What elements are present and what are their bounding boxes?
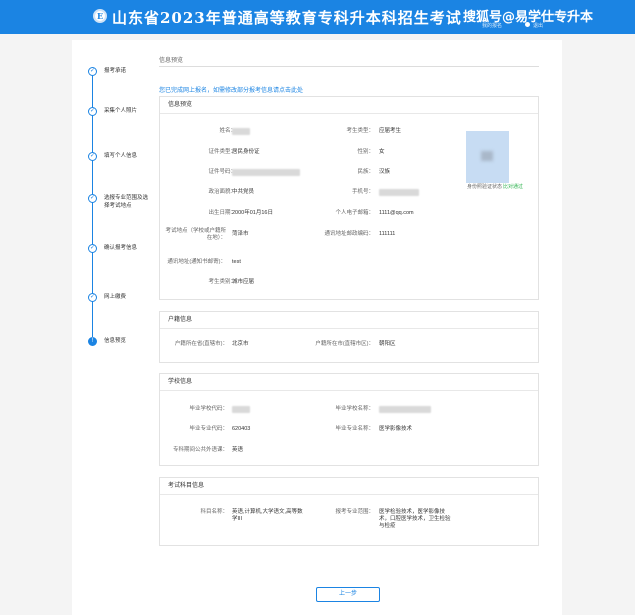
step-label: 采集个人照片	[104, 108, 138, 114]
major-code-value: 620403	[232, 426, 251, 432]
email-value: 1111@qq.com	[379, 210, 414, 216]
check-icon: ✓	[88, 293, 97, 302]
app-title: 山东省2023年普通高等教育专科升本科招生考试	[112, 9, 462, 27]
step-label: 确认报考信息	[104, 245, 138, 251]
exam-logo-icon: E	[93, 9, 107, 23]
page-caption: 信息预览	[159, 58, 184, 64]
hukou-province-value: 北京市	[232, 341, 249, 347]
exam-subjects-card: 考试科目信息 科目名称： 英语,计算机,大学语文,高等数学III 报考专业范围：…	[159, 477, 539, 546]
type-value: 应届考生	[379, 128, 402, 134]
hukou-province-label: 户籍所在省(直辖市)：	[174, 341, 228, 347]
divider	[159, 66, 539, 67]
school-card: 学校信息 毕业学校代码： 毕业学校名称： 毕业专业代码： 620403 毕业专业…	[159, 373, 539, 466]
subjects-label: 科目名称：	[200, 509, 228, 515]
foreign-language-value: 英语	[232, 447, 244, 453]
step-label: 报考承诺	[104, 68, 127, 74]
check-icon: ✓	[88, 194, 97, 203]
category-label: 考生类别：	[208, 279, 236, 285]
major-code-label: 毕业专业代码：	[189, 426, 228, 432]
id-type-value: 居民身份证	[232, 149, 260, 155]
political-label: 政治面貌：	[208, 189, 236, 195]
postcode-value: 111111	[379, 231, 396, 237]
phone-value-blurred	[379, 189, 419, 196]
mailing-address-label: 通讯地址(通知书邮寄)：	[167, 259, 226, 265]
mailing-address-value: test	[232, 259, 241, 265]
card-title: 信息预览	[160, 97, 538, 114]
major-scope-label: 报考专业范围：	[335, 509, 374, 515]
step-label: 网上缴费	[104, 294, 127, 300]
school-code-label: 毕业学校代码：	[189, 406, 228, 412]
check-icon: ✓	[88, 152, 97, 161]
card-title: 学校信息	[160, 374, 538, 391]
exam-location-label: 考试地点（学校或户籍所在地）：	[165, 228, 226, 241]
ethnic-value: 汉族	[379, 169, 391, 175]
subjects-value: 英语,计算机,大学语文,高等数学III	[232, 509, 303, 522]
my-registration-link[interactable]: 我的报名	[482, 22, 502, 29]
id-type-label: 证件类型：	[208, 149, 236, 155]
step-label: 选报专业范围及选择考试地点	[104, 195, 149, 209]
exclamation-icon: !	[88, 337, 97, 346]
gender-value: 女	[379, 149, 385, 155]
hukou-city-value: 朝阳区	[379, 341, 396, 347]
applicant-photo	[466, 131, 509, 183]
info-preview-card: 信息预览 姓名： 考生类型： 应届考生 证件类型： 居民身份证 性别： 女 证件…	[159, 96, 539, 300]
political-value: 中共党员	[232, 189, 255, 195]
step-label: 信息预览	[104, 338, 127, 344]
id-number-label: 证件号码：	[208, 169, 236, 175]
logout-icon[interactable]	[525, 22, 530, 27]
foreign-language-label: 专科期间公共外语课：	[172, 447, 228, 453]
major-name-label: 毕业专业名称：	[335, 426, 374, 432]
photo-status: 比对通过	[503, 184, 524, 190]
category-value: 城市应届	[232, 279, 255, 285]
ethnic-label: 民族：	[357, 169, 374, 175]
major-scope-value: 医学检验技术，医学影像技术，口腔医学技术，卫生检验与检疫	[379, 509, 451, 529]
birth-label: 出生日期：	[208, 210, 236, 216]
email-label: 个人电子邮箱：	[335, 210, 374, 216]
card-title: 考试科目信息	[160, 478, 538, 495]
school-code-blurred	[232, 406, 250, 413]
check-icon: ✓	[88, 107, 97, 116]
logout-link[interactable]: 退出	[533, 22, 543, 29]
school-name-blurred	[379, 406, 431, 413]
major-name-value: 医学影像技术	[379, 426, 413, 432]
card-title: 户籍信息	[160, 312, 538, 329]
previous-step-button[interactable]: 上一步	[316, 587, 380, 602]
type-label: 考生类型：	[346, 128, 374, 134]
postcode-label: 通讯地址邮政编码：	[324, 231, 374, 237]
hukou-city-label: 户籍所在市(直辖市区)：	[315, 341, 374, 347]
gender-label: 性别：	[357, 149, 374, 155]
id-number-blurred	[232, 169, 300, 176]
check-icon: ✓	[88, 67, 97, 76]
top-header: E 山东省2023年普通高等教育专科升本科招生考试 搜狐号@易学仕专升本 我的报…	[0, 0, 635, 34]
modify-notice-link[interactable]: 您已完成网上报名，如需修改部分报考信息请点击此处	[159, 85, 303, 94]
photo-blurred	[481, 151, 493, 161]
exam-location-value: 菏泽市	[232, 231, 249, 237]
photo-caption: 身份照验证状态	[467, 184, 503, 190]
birth-value: 2000年01月16日	[232, 210, 273, 216]
name-value-blurred	[232, 128, 250, 135]
name-label: 姓名：	[219, 128, 236, 134]
step-label: 填写个人信息	[104, 153, 138, 159]
school-name-label: 毕业学校名称：	[335, 406, 374, 412]
hukou-card: 户籍信息 户籍所在省(直辖市)： 北京市 户籍所在市(直辖市区)： 朝阳区	[159, 311, 539, 363]
phone-label: 手机号：	[351, 189, 374, 195]
check-icon: ✓	[88, 244, 97, 253]
